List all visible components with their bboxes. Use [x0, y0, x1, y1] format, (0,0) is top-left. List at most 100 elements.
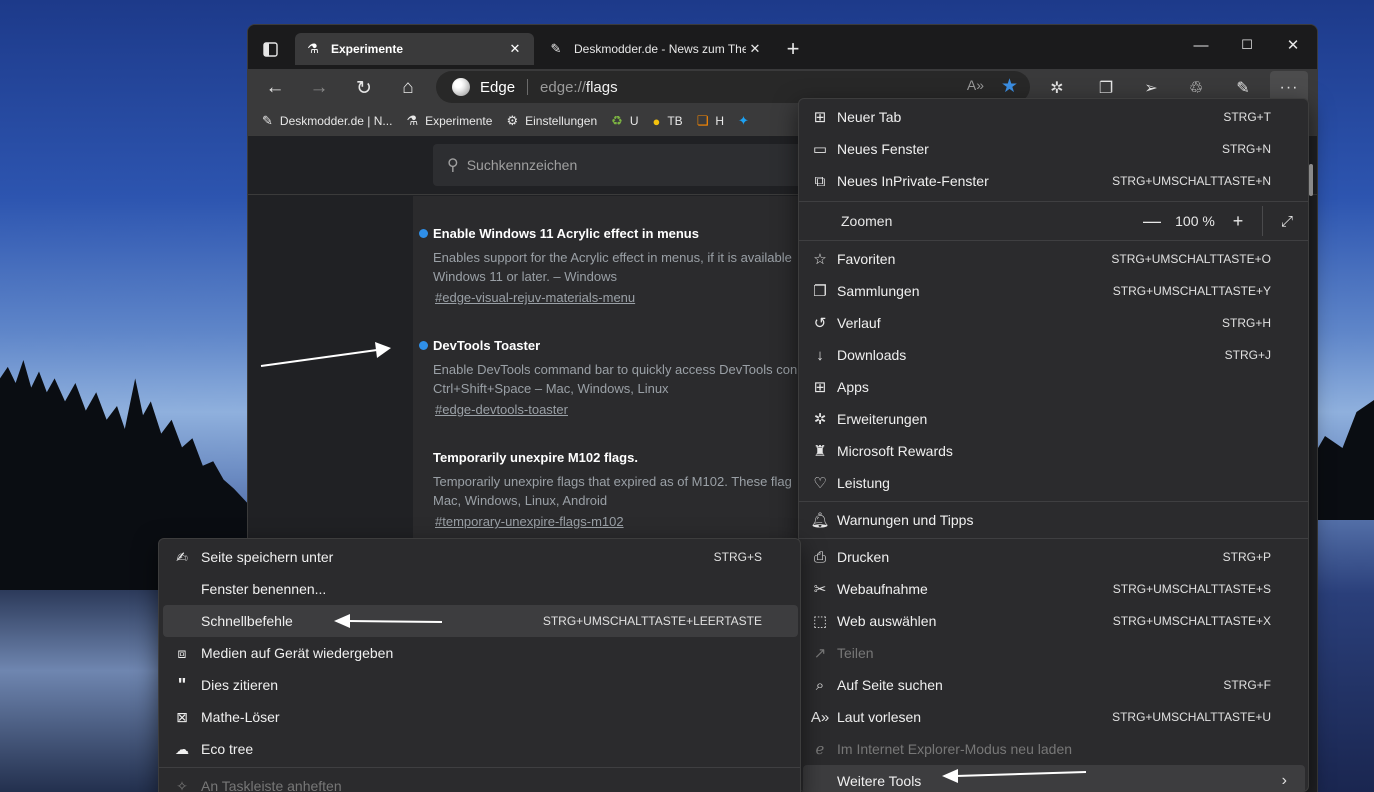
- flag-desc-line: Ctrl+Shift+Space – Mac, Windows, Linux: [433, 381, 669, 396]
- favorite-star-icon[interactable]: ★: [1001, 75, 1018, 98]
- menu-scrollbar[interactable]: [1309, 164, 1313, 196]
- ie-mode-icon: ℯ: [815, 741, 825, 758]
- fullscreen-button[interactable]: ⤢: [1269, 213, 1305, 230]
- forward-button[interactable]: →: [304, 73, 334, 103]
- menu-item-print[interactable]: ⎙ Drucken STRG+P: [803, 541, 1305, 573]
- flag-title-text: Temporarily unexpire M102 flags.: [433, 450, 638, 465]
- zoom-out-button[interactable]: —: [1134, 211, 1170, 232]
- maximize-button[interactable]: ☐: [1224, 31, 1270, 59]
- web-capture-icon: ✂: [813, 581, 827, 598]
- submenu-item-name-window[interactable]: Fenster benennen...: [163, 573, 798, 605]
- zoom-row: Zoomen — 100 % + ⤢: [803, 203, 1305, 239]
- menu-label: Erweiterungen: [837, 411, 928, 427]
- stack-icon: ❏: [696, 113, 709, 128]
- menu-item-inprivate[interactable]: ⧉ Neues InPrivate-Fenster STRG+UMSCHALTTAS…: [803, 165, 1305, 197]
- flag-link[interactable]: #edge-visual-rejuv-materials-menu: [433, 290, 853, 305]
- coin-icon: ●: [652, 113, 661, 129]
- new-window-icon: ▭: [812, 141, 828, 158]
- menu-item-rewards[interactable]: ♜ Microsoft Rewards: [803, 435, 1305, 467]
- menu-item-downloads[interactable]: ↓ Downloads STRG+J: [803, 339, 1305, 371]
- menu-item-collections[interactable]: ❐ Sammlungen STRG+UMSCHALTTASTE+Y: [803, 275, 1305, 307]
- tab-deskmodder[interactable]: ✎ Deskmodder.de - News zum The ✕: [538, 33, 774, 65]
- read-aloud-icon: A»: [810, 708, 830, 726]
- url-path: flags: [585, 78, 618, 96]
- favorite-item[interactable]: ♻ U: [611, 113, 638, 129]
- menu-shortcut: STRG+UMSCHALTTASTE+O: [1111, 252, 1271, 266]
- home-button[interactable]: ⌂: [393, 73, 423, 103]
- menu-shortcut: STRG+UMSCHALTTASTE+Y: [1112, 284, 1271, 298]
- math-icon: ⊠: [176, 708, 188, 725]
- flag-link[interactable]: #edge-devtools-toaster: [433, 402, 853, 417]
- submenu-item-cast-media[interactable]: ⧈ Medien auf Gerät wiedergeben: [163, 637, 798, 669]
- menu-label: Mathe-Löser: [201, 709, 280, 725]
- zoom-label: Zoomen: [841, 213, 893, 229]
- submenu-item-quick-commands[interactable]: Schnellbefehle STRG+UMSCHALTTASTE+LEERTAS…: [163, 605, 798, 637]
- menu-item-performance[interactable]: ♡ Leistung: [803, 467, 1305, 499]
- menu-item-web-select[interactable]: ⬚ Web auswählen STRG+UMSCHALTTASTE+X: [803, 605, 1305, 637]
- menu-label: Fenster benennen...: [201, 581, 327, 597]
- menu-divider: [799, 240, 1308, 241]
- zoom-in-button[interactable]: +: [1220, 211, 1256, 232]
- flag-link[interactable]: #temporary-unexpire-flags-m102: [433, 514, 853, 529]
- menu-label: Drucken: [837, 549, 890, 565]
- search-icon: ⚲: [447, 157, 459, 174]
- modified-dot-icon: [419, 229, 428, 238]
- flags-search-input[interactable]: ⚲ Suchkennzeichen: [433, 144, 813, 186]
- menu-item-alerts[interactable]: 🔔︎ Warnungen und Tipps: [803, 504, 1305, 536]
- flag-desc-line: Mac, Windows, Linux, Android: [433, 493, 608, 508]
- printer-icon: ⎙: [813, 548, 826, 566]
- menu-item-new-window[interactable]: ▭ Neues Fenster STRG+N: [803, 133, 1305, 165]
- back-button[interactable]: ←: [260, 73, 290, 103]
- brush-icon: ✎: [550, 41, 562, 56]
- tab-actions-icon[interactable]: [258, 37, 282, 61]
- favorite-item[interactable]: ❏ H: [697, 113, 724, 129]
- zoom-divider: [1262, 206, 1263, 236]
- submenu-item-eco-tree[interactable]: ☁ Eco tree: [163, 733, 798, 765]
- menu-shortcut: STRG+F: [1223, 678, 1271, 692]
- menu-shortcut: STRG+N: [1221, 142, 1271, 156]
- flask-icon: ⚗: [307, 41, 319, 56]
- menu-item-web-capture[interactable]: ✂ Webaufnahme STRG+UMSCHALTTASTE+S: [803, 573, 1305, 605]
- title-bar: ⚗ Experimente ✕ ✎ Deskmodder.de - News z…: [248, 25, 1317, 69]
- favorite-item[interactable]: ✦: [738, 113, 756, 129]
- submenu-item-save-page[interactable]: ✍ Seite speichern unter STRG+S: [163, 541, 798, 573]
- read-aloud-icon[interactable]: A»: [967, 77, 984, 93]
- menu-item-favorites[interactable]: ☆ Favoriten STRG+UMSCHALTTASTE+O: [803, 243, 1305, 275]
- submenu-item-cite[interactable]: " Dies zitieren: [163, 669, 798, 701]
- brush-icon: ✎: [262, 113, 273, 128]
- menu-item-share: ↗ Teilen: [803, 637, 1305, 669]
- url-text: edge://flags: [540, 79, 618, 96]
- refresh-button[interactable]: ↻: [349, 73, 379, 103]
- twitter-icon: ✦: [738, 113, 749, 128]
- minimize-button[interactable]: —: [1178, 31, 1224, 59]
- tab-experimente[interactable]: ⚗ Experimente ✕: [295, 33, 534, 65]
- favorite-label: U: [629, 114, 639, 128]
- favorite-item[interactable]: ⚗ Experimente: [406, 113, 492, 129]
- menu-label: Medien auf Gerät wiedergeben: [201, 645, 394, 661]
- close-tab-icon[interactable]: ✕: [746, 41, 764, 57]
- menu-label: Auf Seite suchen: [837, 677, 943, 693]
- submenu-item-math-solver[interactable]: ⊠ Mathe-Löser: [163, 701, 798, 733]
- menu-item-new-tab[interactable]: ⊞ Neuer Tab STRG+T: [803, 101, 1305, 133]
- menu-shortcut: STRG+UMSCHALTTASTE+S: [1112, 582, 1271, 596]
- annotation-arrow: [942, 769, 1087, 783]
- menu-item-apps[interactable]: ⊞ Apps: [803, 371, 1305, 403]
- close-tab-icon[interactable]: ✕: [506, 41, 524, 57]
- favorite-item[interactable]: ● TB: [652, 114, 682, 129]
- menu-item-read-aloud[interactable]: A» Laut vorlesen STRG+UMSCHALTTASTE+U: [803, 701, 1305, 733]
- flag-description: Temporarily unexpire flags that expired …: [433, 472, 823, 510]
- menu-label: Sammlungen: [837, 283, 920, 299]
- annotation-arrow: [260, 342, 391, 367]
- menu-label: Dies zitieren: [201, 677, 279, 693]
- favorite-item[interactable]: ⚙ Einstellungen: [506, 113, 597, 129]
- web-select-icon: ⬚: [812, 613, 828, 630]
- find-icon: ⌕: [815, 676, 825, 694]
- menu-label: Microsoft Rewards: [837, 443, 953, 459]
- menu-item-history[interactable]: ↺ Verlauf STRG+H: [803, 307, 1305, 339]
- new-tab-button[interactable]: +: [781, 35, 805, 63]
- menu-item-extensions[interactable]: ✲ Erweiterungen: [803, 403, 1305, 435]
- menu-item-find[interactable]: ⌕ Auf Seite suchen STRG+F: [803, 669, 1305, 701]
- close-window-button[interactable]: ✕: [1270, 31, 1316, 59]
- menu-shortcut: STRG+P: [1222, 550, 1271, 564]
- favorite-item[interactable]: ✎ Deskmodder.de | N...: [262, 113, 392, 129]
